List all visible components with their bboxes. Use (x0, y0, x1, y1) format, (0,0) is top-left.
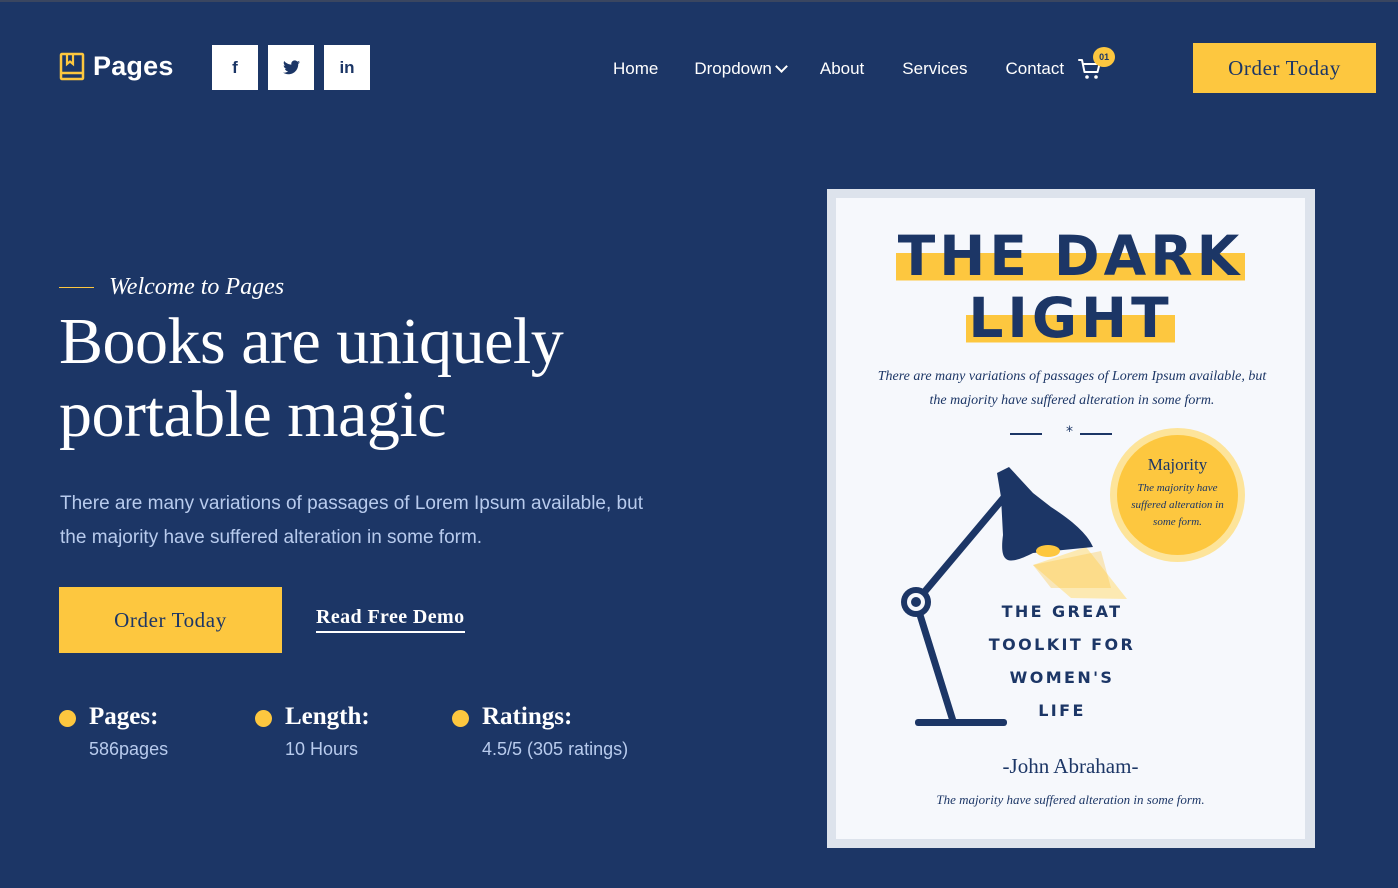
nav-home[interactable]: Home (613, 58, 658, 80)
toolkit-line-1: THE GREAT (1001, 602, 1123, 621)
toolkit-line-2: TOOLKIT FOR (988, 635, 1136, 654)
hero-order-button[interactable]: Order Today (59, 587, 282, 653)
book-title-line-1: THE DARK (836, 224, 1305, 288)
chevron-down-icon (774, 60, 788, 73)
toolkit-line-3: WOMEN'S (1009, 668, 1115, 687)
book-title-text-2: LIGHT (966, 286, 1175, 350)
stat-bullet (59, 710, 76, 727)
book-cover-frame: THE DARK LIGHT There are many variations… (827, 189, 1315, 848)
welcome-tagline: Welcome to Pages (59, 274, 284, 301)
logo-text: Pages (93, 51, 174, 81)
stat-bullet (255, 710, 272, 727)
nav-dropdown[interactable]: Dropdown (694, 58, 788, 80)
hero-description: There are many variations of passages of… (60, 493, 643, 548)
stat-bullet (452, 710, 469, 727)
welcome-line (59, 287, 94, 288)
ornament-divider: * (1008, 424, 1138, 440)
stat-value: 586pages (89, 739, 169, 759)
book-title-text-1: THE DARK (895, 224, 1246, 288)
nav-dropdown-label: Dropdown (694, 59, 772, 78)
twitter-bird-glyph (282, 60, 300, 75)
social-links: f in (212, 45, 370, 90)
cart-button[interactable]: 01 (1078, 47, 1116, 81)
badge-title: Majority (1147, 455, 1208, 474)
stat-value: 10 Hours (285, 739, 359, 759)
badge-circle: Majority The majority have suffered alte… (1117, 435, 1238, 555)
badge-text: The majority have suffered alteration in… (1131, 482, 1224, 528)
hero-headline: Books are uniquely portable magic (59, 305, 564, 451)
linkedin-icon[interactable]: in (324, 45, 370, 90)
divider-line (1010, 433, 1042, 435)
book-footer-text: The majority have suffered alteration in… (936, 792, 1205, 807)
book-toolkit-text: THE GREAT TOOLKIT FOR WOMEN'S LIFE (970, 595, 1154, 727)
nav-about[interactable]: About (820, 58, 864, 80)
top-border (0, 0, 1398, 2)
book-author: -John Abraham- (1002, 754, 1139, 778)
stat-label: Ratings: (482, 703, 573, 730)
divider-line (1080, 433, 1112, 435)
main-nav: Home Dropdown About Services Contact 01 (613, 47, 1116, 81)
stat-value: 4.5/5 (305 ratings) (482, 739, 629, 759)
cart-count-badge: 01 (1093, 47, 1116, 67)
facebook-icon[interactable]: f (212, 45, 258, 90)
book-subtitle: There are many variations of passages of… (877, 369, 1267, 408)
toolkit-line-4: LIFE (1038, 701, 1086, 720)
welcome-text: Welcome to Pages (109, 274, 285, 300)
header-order-button[interactable]: Order Today (1193, 43, 1376, 93)
stat-label: Pages: (89, 703, 159, 730)
twitter-icon[interactable] (268, 45, 314, 90)
stat-label: Length: (285, 703, 370, 730)
read-demo-link[interactable]: Read Free Demo (316, 606, 465, 633)
book-icon (59, 52, 85, 80)
book-title-line-2: LIGHT (836, 286, 1305, 350)
asterisk-icon: * (1066, 424, 1073, 440)
book-cover: THE DARK LIGHT There are many variations… (836, 198, 1305, 839)
nav-contact[interactable]: Contact (1005, 58, 1064, 80)
nav-services[interactable]: Services (902, 58, 967, 80)
site-logo[interactable]: Pages (59, 51, 174, 82)
